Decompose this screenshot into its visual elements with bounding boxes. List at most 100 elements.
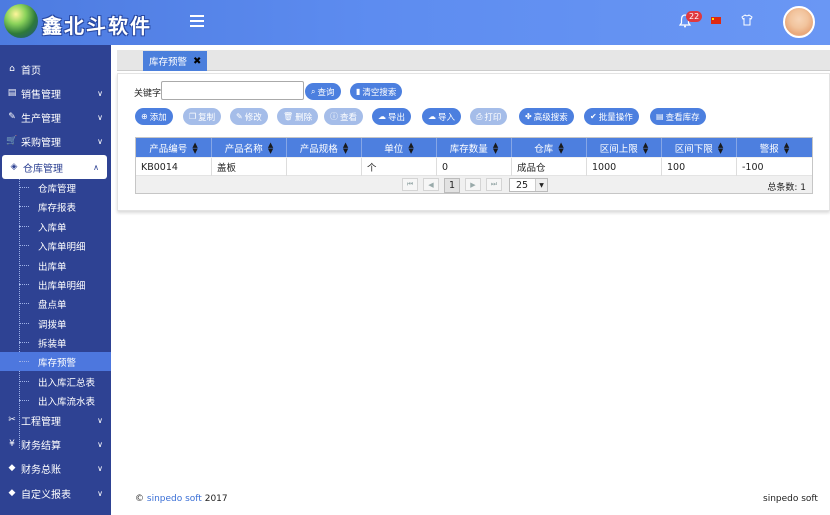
column-header[interactable]: 区间上限 ▲ ▼ bbox=[587, 138, 662, 157]
column-header[interactable]: 区间下限 ▲ ▼ bbox=[662, 138, 737, 157]
tab-stock-alert[interactable]: 库存预警 ✖ bbox=[143, 51, 208, 71]
sidebar-subitem-disassembly[interactable]: 拆装单 bbox=[0, 333, 111, 352]
sidebar: ⌂ 首页 ▤ 销售管理 ∨ ✎ 生产管理 ∨ 🛒 采购管理 ∨ ◈ 仓库管理 ∧… bbox=[0, 45, 111, 515]
sidebar-item-home[interactable]: ⌂ 首页 bbox=[0, 57, 111, 81]
import-button[interactable]: ☁ 导入 bbox=[422, 108, 462, 125]
menu-toggle-icon[interactable] bbox=[190, 15, 204, 27]
sort-icon: ▲ ▼ bbox=[408, 140, 414, 155]
total-count: 总条数: 1 bbox=[767, 183, 806, 193]
data-grid: 产品编号 ▲ ▼ 产品名称 ▲ ▼ 产品规格 ▲ ▼ 单位 ▲ ▼ 库存数量 ▲ ▼ 仓库 ▲ ▼ 区间… bbox=[135, 137, 813, 194]
sidebar-item-label: 自定义报表 bbox=[21, 489, 71, 501]
chevron-down-icon: ∨ bbox=[97, 463, 103, 473]
sidebar-item-purchase[interactable]: 🛒 采购管理 ∨ bbox=[0, 129, 111, 153]
close-icon[interactable]: ✖ bbox=[193, 56, 201, 67]
column-header[interactable]: 单位 ▲ ▼ bbox=[362, 138, 437, 157]
advanced-search-button[interactable]: ✤ 高级搜索 bbox=[519, 108, 574, 125]
table-cell: 0 bbox=[437, 158, 512, 176]
sidebar-item-label: 采购管理 bbox=[21, 137, 61, 149]
chevron-down-icon: ∨ bbox=[97, 488, 103, 498]
sidebar-subitem-io-summary[interactable]: 出入库汇总表 bbox=[0, 372, 111, 391]
sidebar-subitem-inbound-detail[interactable]: 入库单明细 bbox=[0, 236, 111, 255]
chevron-up-icon: ∧ bbox=[93, 162, 99, 172]
cloud-download-icon: ☁ bbox=[378, 112, 386, 121]
chevron-down-icon: ∨ bbox=[97, 136, 103, 146]
sidebar-item-custom-report[interactable]: ◆ 自定义报表 ∨ bbox=[0, 481, 111, 505]
column-header[interactable]: 仓库 ▲ ▼ bbox=[512, 138, 587, 157]
footer-brand: sinpedo soft bbox=[763, 494, 818, 504]
prev-page-icon[interactable]: ◀ bbox=[423, 178, 439, 191]
first-page-icon[interactable]: ⏮ bbox=[402, 178, 418, 191]
sort-icon: ▲ ▼ bbox=[342, 140, 349, 155]
yen-icon: ¥ bbox=[9, 439, 15, 449]
chevron-down-icon: ∨ bbox=[97, 88, 103, 98]
info-icon: ⓘ bbox=[330, 112, 338, 121]
edit-button[interactable]: ✎ 修改 bbox=[230, 108, 268, 125]
page-size-select[interactable]: 25 ▼ bbox=[509, 178, 548, 192]
sidebar-subitem-outbound-detail[interactable]: 出库单明细 bbox=[0, 275, 111, 294]
sidebar-subitem-stock-alert[interactable]: 库存预警 bbox=[0, 352, 111, 371]
sort-icon: ▲ ▼ bbox=[192, 140, 198, 155]
copy-button[interactable]: ❐ 复制 bbox=[183, 108, 222, 125]
sidebar-subitem-inbound[interactable]: 入库单 bbox=[0, 217, 111, 236]
sidebar-item-sales[interactable]: ▤ 销售管理 ∨ bbox=[0, 81, 111, 105]
paw-icon: ✤ bbox=[525, 112, 532, 121]
sidebar-item-production[interactable]: ✎ 生产管理 ∨ bbox=[0, 105, 111, 129]
home-icon: ⌂ bbox=[9, 64, 15, 74]
sidebar-subitem-outbound[interactable]: 出库单 bbox=[0, 256, 111, 275]
table-row[interactable]: KB0014 盖板 个 0 成品仓 1000 100 -100 bbox=[136, 158, 812, 176]
sidebar-item-ledger[interactable]: ◆ 财务总账 ∨ bbox=[0, 456, 111, 480]
column-header[interactable]: 产品名称 ▲ ▼ bbox=[212, 138, 287, 157]
sort-icon: ▲ ▼ bbox=[267, 140, 274, 155]
sidebar-subitem-warehouse-mgmt[interactable]: 仓库管理 bbox=[0, 178, 111, 197]
sidebar-subitem-transfer[interactable]: 调拨单 bbox=[0, 314, 111, 333]
top-header: 鑫北斗软件 22 bbox=[0, 0, 830, 45]
sidebar-item-engineering[interactable]: ✂ 工程管理 ∨ bbox=[0, 408, 111, 432]
clear-search-button[interactable]: ▮ 清空搜索 bbox=[350, 83, 403, 100]
current-page[interactable]: 1 bbox=[444, 178, 460, 193]
china-flag-icon[interactable] bbox=[711, 17, 721, 24]
sidebar-subitem-inventory-report[interactable]: 库存报表 bbox=[0, 197, 111, 216]
pencil-icon: ✎ bbox=[236, 112, 243, 121]
pager: ⏮ ◀ 1 ▶ ⏭ 25 ▼ 总条数: 1 bbox=[136, 176, 812, 193]
sidebar-item-warehouse[interactable]: ◈ 仓库管理 ∧ bbox=[2, 155, 107, 179]
footer-copyright: © sinpedo soft 2017 bbox=[135, 494, 228, 504]
sidebar-item-label: 工程管理 bbox=[21, 416, 61, 428]
sort-icon: ▲ ▼ bbox=[558, 140, 564, 155]
grid-header: 产品编号 ▲ ▼ 产品名称 ▲ ▼ 产品规格 ▲ ▼ 单位 ▲ ▼ 库存数量 ▲ ▼ 仓库 ▲ ▼ 区间… bbox=[136, 138, 812, 157]
trash-icon: 🗑 bbox=[283, 112, 294, 121]
query-button[interactable]: ⌕ 查询 bbox=[305, 83, 341, 100]
sidebar-item-finance-settle[interactable]: ¥ 财务结算 ∨ bbox=[0, 432, 111, 456]
shirt-icon[interactable] bbox=[741, 14, 753, 26]
tab-label: 库存预警 bbox=[149, 57, 188, 68]
table-cell: KB0014 bbox=[136, 158, 212, 176]
search-icon: ⌕ bbox=[311, 86, 316, 96]
sort-icon: ▲ ▼ bbox=[642, 140, 649, 155]
batch-operation-button[interactable]: ✔ 批量操作 bbox=[584, 108, 639, 125]
sidebar-subitem-stocktake[interactable]: 盘点单 bbox=[0, 294, 111, 313]
last-page-icon[interactable]: ⏭ bbox=[486, 178, 502, 191]
add-button[interactable]: ⊕ 添加 bbox=[135, 108, 173, 125]
copy-icon: ❐ bbox=[189, 112, 197, 121]
tab-bar bbox=[117, 50, 830, 71]
view-button[interactable]: ⓘ 查看 bbox=[324, 108, 364, 125]
sidebar-item-label: 财务结算 bbox=[21, 440, 61, 452]
company-link[interactable]: sinpedo soft bbox=[147, 494, 202, 504]
print-button[interactable]: ⎙ 打印 bbox=[470, 108, 508, 125]
next-page-icon[interactable]: ▶ bbox=[465, 178, 481, 191]
table-cell: -100 bbox=[742, 161, 764, 173]
tools-icon: ✂ bbox=[8, 415, 16, 425]
view-inventory-button[interactable]: ▤ 查看库存 bbox=[650, 108, 706, 125]
table-cell: 100 bbox=[662, 158, 737, 176]
column-header[interactable]: 产品规格 ▲ ▼ bbox=[287, 138, 362, 157]
export-button[interactable]: ☁ 导出 bbox=[372, 108, 412, 125]
column-header[interactable]: 产品编号 ▲ ▼ bbox=[136, 138, 212, 157]
delete-button[interactable]: 🗑 删除 bbox=[277, 108, 319, 125]
sales-icon: ▤ bbox=[7, 88, 17, 98]
sidebar-item-label: 销售管理 bbox=[21, 89, 61, 101]
column-header[interactable]: 库存数量 ▲ ▼ bbox=[437, 138, 512, 157]
column-header[interactable]: 警报 ▲ ▼ bbox=[737, 138, 812, 157]
user-avatar[interactable] bbox=[783, 6, 815, 38]
plus-circle-icon: ⊕ bbox=[141, 112, 148, 121]
keyword-input[interactable] bbox=[161, 81, 304, 100]
sidebar-item-label: 财务总账 bbox=[21, 464, 61, 476]
